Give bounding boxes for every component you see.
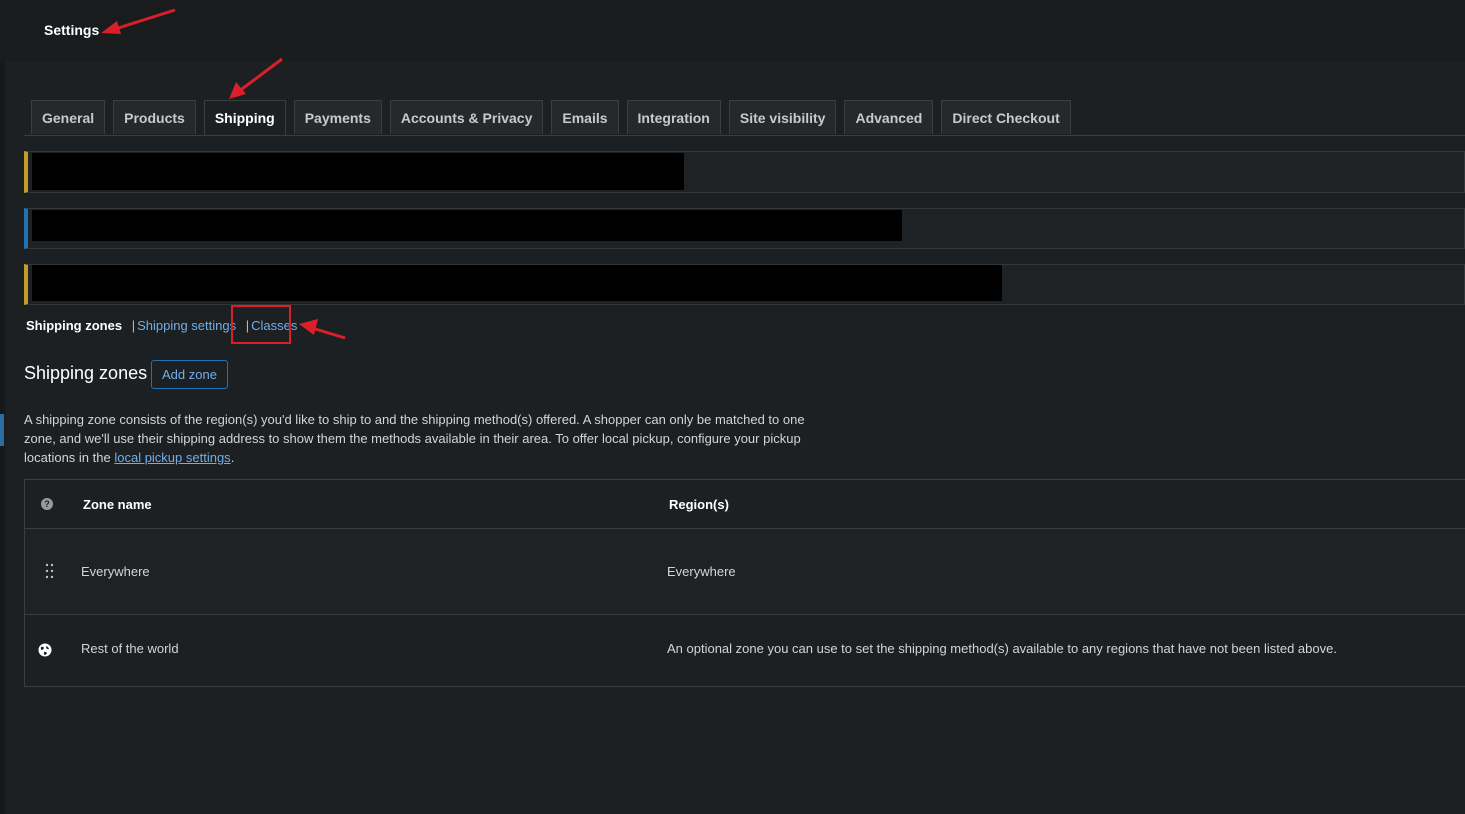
annotation-arrow-icon: [101, 8, 176, 34]
annotation-arrow-icon: [229, 57, 283, 99]
annotation-arrows: [101, 8, 346, 340]
annotation-arrow-icon: [299, 319, 346, 340]
